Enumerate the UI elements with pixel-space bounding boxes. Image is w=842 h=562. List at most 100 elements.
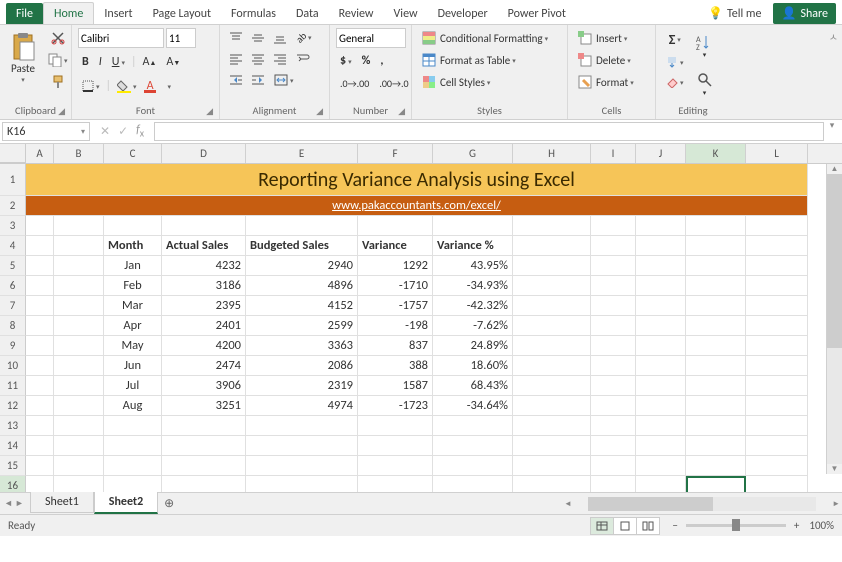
cell-budget-May[interactable]: 3363	[246, 336, 358, 356]
cell-variance-Apr[interactable]: -198	[358, 316, 433, 336]
cell-3-L[interactable]	[746, 216, 808, 236]
column-header-G[interactable]: G	[433, 144, 513, 163]
cell-6-B[interactable]	[54, 276, 104, 296]
cell-5-I[interactable]	[591, 256, 636, 276]
column-header-E[interactable]: E	[246, 144, 358, 163]
column-header-H[interactable]: H	[513, 144, 591, 163]
align-left-button[interactable]	[226, 50, 246, 68]
cell-4-H[interactable]	[513, 236, 591, 256]
cell-9-B[interactable]	[54, 336, 104, 356]
column-header-A[interactable]: A	[26, 144, 54, 163]
cell-3-G[interactable]	[433, 216, 513, 236]
select-all-button[interactable]	[0, 144, 26, 163]
cell-budget-Aug[interactable]: 4974	[246, 396, 358, 416]
cell-8-I[interactable]	[591, 316, 636, 336]
header-budget[interactable]: Budgeted Sales	[246, 236, 358, 256]
cancel-formula-button[interactable]: ✕	[100, 124, 110, 139]
cell-3-E[interactable]	[246, 216, 358, 236]
cell-12-A[interactable]	[26, 396, 54, 416]
cell-10-B[interactable]	[54, 356, 104, 376]
cell-14-B[interactable]	[54, 436, 104, 456]
cell-4-L[interactable]	[746, 236, 808, 256]
cell-15-H[interactable]	[513, 456, 591, 476]
cell-3-H[interactable]	[513, 216, 591, 236]
cell-14-E[interactable]	[246, 436, 358, 456]
decrease-indent-button[interactable]	[226, 71, 246, 89]
row-header-9[interactable]: 9	[0, 336, 26, 356]
cell-4-A[interactable]	[26, 236, 54, 256]
cell-7-J[interactable]	[636, 296, 686, 316]
cell-6-I[interactable]	[591, 276, 636, 296]
cell-10-J[interactable]	[636, 356, 686, 376]
cell-16-G[interactable]	[433, 476, 513, 492]
cell-month-Mar[interactable]: Mar	[104, 296, 162, 316]
cell-16-C[interactable]	[104, 476, 162, 492]
cell-15-I[interactable]	[591, 456, 636, 476]
cell-4-I[interactable]	[591, 236, 636, 256]
cell-5-L[interactable]	[746, 256, 808, 276]
cell-15-J[interactable]	[636, 456, 686, 476]
cell-actual-Jul[interactable]: 3906	[162, 376, 246, 396]
cell-10-K[interactable]	[686, 356, 746, 376]
cell-14-I[interactable]	[591, 436, 636, 456]
cell-13-B[interactable]	[54, 416, 104, 436]
cell-13-F[interactable]	[358, 416, 433, 436]
bold-button[interactable]: B	[78, 52, 93, 72]
cell-budget-Jul[interactable]: 2319	[246, 376, 358, 396]
cell-7-A[interactable]	[26, 296, 54, 316]
cell-variancepct-Mar[interactable]: -42.32%	[433, 296, 513, 316]
cell-11-I[interactable]	[591, 376, 636, 396]
alignment-launcher[interactable]: ◢	[316, 106, 323, 117]
cell-6-L[interactable]	[746, 276, 808, 296]
cell-budget-Apr[interactable]: 2599	[246, 316, 358, 336]
cell-variance-Aug[interactable]: -1723	[358, 396, 433, 416]
page-break-view-button[interactable]	[636, 517, 660, 535]
font-color-button[interactable]: A	[143, 76, 175, 96]
cell-variance-Jul[interactable]: 1587	[358, 376, 433, 396]
percent-format-button[interactable]: %	[358, 51, 375, 71]
cell-budget-Jun[interactable]: 2086	[246, 356, 358, 376]
prev-sheet-button[interactable]: ◄	[4, 498, 13, 509]
zoom-out-button[interactable]: −	[672, 519, 677, 532]
cell-13-A[interactable]	[26, 416, 54, 436]
find-select-button[interactable]: ▾	[692, 66, 718, 102]
cell-10-A[interactable]	[26, 356, 54, 376]
cell-6-H[interactable]	[513, 276, 591, 296]
cell-3-J[interactable]	[636, 216, 686, 236]
cell-month-Apr[interactable]: Apr	[104, 316, 162, 336]
row-header-5[interactable]: 5	[0, 256, 26, 276]
cell-16-A[interactable]	[26, 476, 54, 492]
cell-5-B[interactable]	[54, 256, 104, 276]
cell-3-D[interactable]	[162, 216, 246, 236]
copy-button[interactable]	[44, 50, 72, 70]
cell-11-L[interactable]	[746, 376, 808, 396]
cell-month-May[interactable]: May	[104, 336, 162, 356]
tab-formulas[interactable]: Formulas	[221, 3, 286, 24]
next-sheet-button[interactable]: ►	[15, 498, 24, 509]
underline-button[interactable]: U	[108, 52, 129, 72]
tab-file[interactable]: File	[6, 3, 43, 24]
cell-13-E[interactable]	[246, 416, 358, 436]
cell-6-A[interactable]	[26, 276, 54, 296]
cell-7-L[interactable]	[746, 296, 808, 316]
cell-variance-May[interactable]: 837	[358, 336, 433, 356]
zoom-slider[interactable]	[686, 524, 786, 527]
cell-variance-Mar[interactable]: -1757	[358, 296, 433, 316]
cell-16-B[interactable]	[54, 476, 104, 492]
cell-3-C[interactable]	[104, 216, 162, 236]
cell-14-L[interactable]	[746, 436, 808, 456]
row-header-11[interactable]: 11	[0, 376, 26, 396]
cell-12-B[interactable]	[54, 396, 104, 416]
column-header-I[interactable]: I	[591, 144, 636, 163]
merge-center-button[interactable]	[270, 71, 298, 89]
cell-8-A[interactable]	[26, 316, 54, 336]
decrease-font-button[interactable]: A▼	[162, 52, 184, 72]
cell-5-J[interactable]	[636, 256, 686, 276]
tell-me[interactable]: 💡Tell me	[700, 3, 769, 24]
autosum-button[interactable]: Σ	[662, 28, 688, 51]
row-header-13[interactable]: 13	[0, 416, 26, 436]
cell-10-L[interactable]	[746, 356, 808, 376]
cell-14-G[interactable]	[433, 436, 513, 456]
column-header-B[interactable]: B	[54, 144, 104, 163]
cell-7-I[interactable]	[591, 296, 636, 316]
